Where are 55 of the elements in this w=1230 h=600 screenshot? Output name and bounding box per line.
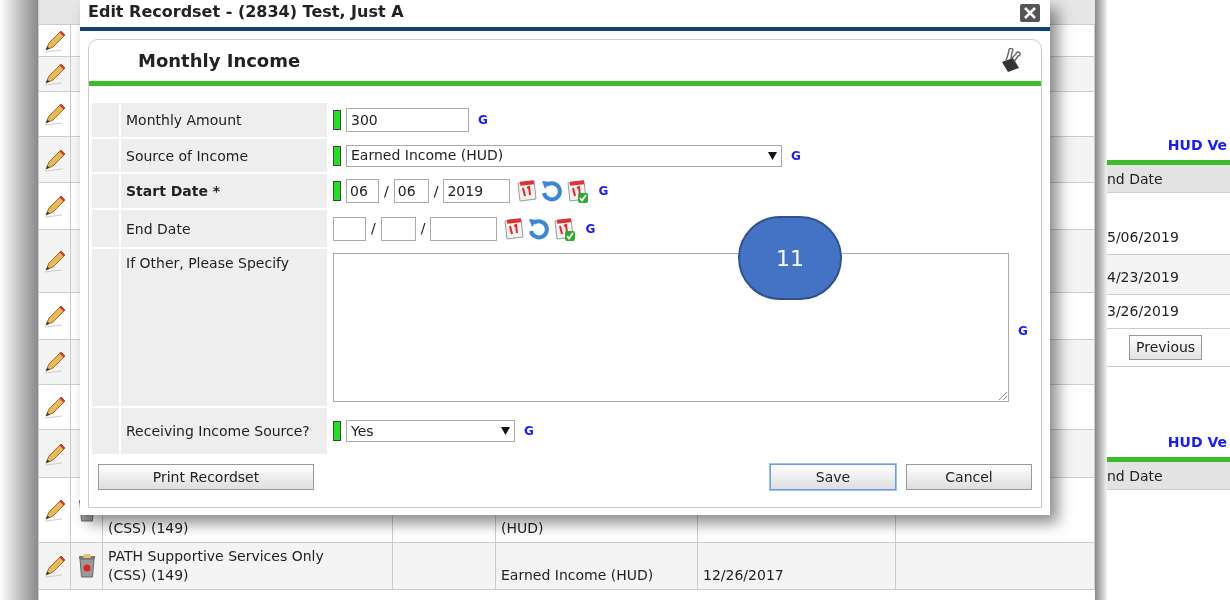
table-cell: (HUD) (501, 519, 544, 538)
table-cell-text: 5/06/2019 (1107, 228, 1179, 247)
dropdown[interactable]: Yes (346, 420, 515, 442)
refresh-icon[interactable] (541, 179, 564, 203)
table-cell: Earned Income (HUD) (501, 566, 654, 585)
table-cell-text: 4/23/2019 (1107, 268, 1179, 287)
date-input[interactable]: 06 (346, 179, 379, 203)
help-link[interactable]: G (585, 219, 596, 238)
help-link[interactable]: G (524, 422, 534, 440)
previous-button[interactable]: Previous (1129, 335, 1203, 360)
date-input[interactable] (333, 216, 366, 241)
dialog-title: Edit Recordset - (2834) Test, Just A (88, 1, 404, 23)
date-input[interactable]: 2019 (443, 179, 511, 203)
date-separator: / (433, 181, 439, 201)
column-header: nd Date (1107, 462, 1230, 490)
field-label: Monthly Amount (126, 111, 242, 129)
table-cell: 12/26/2017 (703, 566, 784, 585)
input-field[interactable]: 300 (346, 108, 469, 132)
dropdown[interactable]: Earned Income (HUD) (346, 144, 782, 167)
date-input[interactable] (380, 216, 416, 241)
column-header: nd Date (1107, 165, 1230, 193)
table-cell-text: 3/26/2019 (1107, 302, 1179, 321)
date-separator: / (384, 181, 389, 201)
help-link[interactable]: G (478, 111, 488, 129)
date-separator: / (371, 219, 376, 238)
panel-title: HUD Ve (1166, 433, 1228, 452)
field-label: Receiving Income Source? (126, 422, 310, 440)
section-title: Monthly Income (138, 49, 301, 73)
close-icon[interactable] (1020, 4, 1040, 22)
table-cell-text: PATH Supportive Services Only (CSS) (149) (108, 547, 325, 585)
table-cell: (CSS) (149) (108, 519, 189, 538)
binder-clip-icon[interactable] (999, 47, 1023, 74)
field-label: Start Date * (126, 182, 221, 200)
field-label: Source of Income (126, 146, 248, 165)
field-label: End Date (126, 219, 191, 238)
calendar-icon[interactable] (515, 179, 540, 203)
caret-icon (768, 151, 777, 160)
calendar-check-icon[interactable] (565, 179, 590, 203)
trash-can-icon[interactable] (77, 554, 96, 578)
save-button[interactable]: Save (770, 464, 896, 490)
date-separator: / (420, 219, 426, 238)
refresh-icon[interactable] (528, 216, 551, 241)
help-link[interactable]: G (1018, 323, 1028, 338)
calendar-check-icon[interactable] (552, 216, 577, 241)
caret-icon (501, 427, 510, 435)
print-button[interactable]: Print Recordset (98, 464, 314, 490)
date-input[interactable] (430, 216, 498, 241)
calendar-icon[interactable] (502, 216, 527, 241)
field-label: If Other, Please Specify (126, 254, 289, 272)
panel-title: HUD Ve (1166, 136, 1228, 155)
date-input[interactable]: 06 (393, 179, 429, 203)
help-link[interactable]: G (791, 146, 801, 165)
resize-grip-icon[interactable] (998, 391, 1007, 400)
help-link[interactable]: G (598, 182, 609, 200)
cancel-button[interactable]: Cancel (906, 464, 1032, 490)
